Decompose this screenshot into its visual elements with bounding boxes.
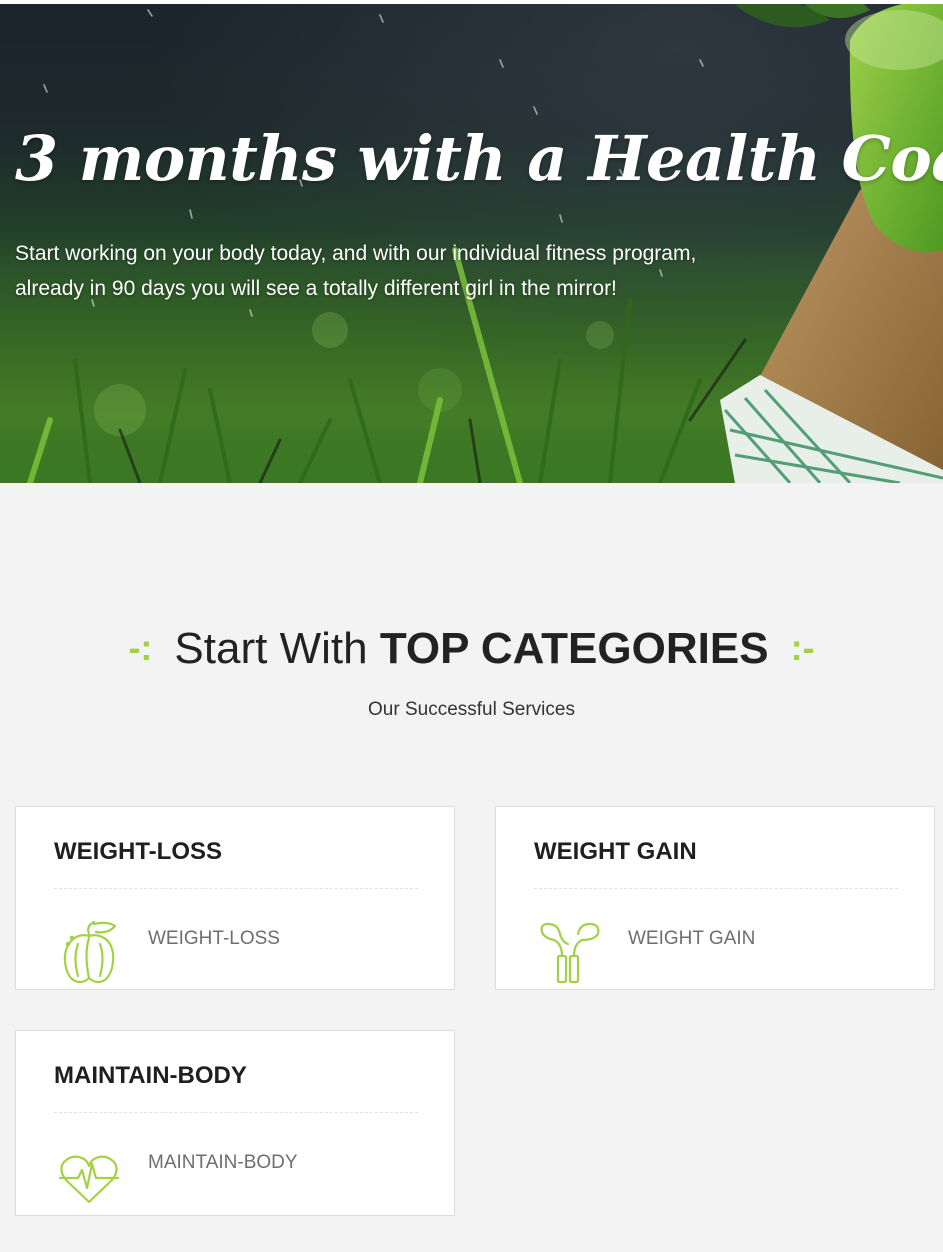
hero-banner: 3 months with a Health Coach Start worki…: [0, 0, 943, 483]
card-title[interactable]: WEIGHT GAIN: [534, 837, 697, 867]
section-subtitle: Our Successful Services: [368, 699, 575, 720]
hero-description-line-2: already in 90 days you will see a totall…: [15, 277, 617, 300]
hero-description-line-1: Start working on your body today, and wi…: [15, 242, 697, 265]
category-card-maintain-body: MAINTAIN-BODY MAINTAIN-BODY: [15, 1030, 455, 1216]
heartbeat-icon[interactable]: [58, 1144, 120, 1210]
title-decoration-right: :-: [790, 627, 815, 668]
hero-description: Start working on your body today, and wi…: [15, 236, 775, 306]
card-divider: [534, 888, 898, 889]
section-title-strong: TOP CATEGORIES: [379, 624, 769, 673]
title-decoration-left: -:: [128, 627, 153, 668]
section-title-prefix: Start With: [174, 624, 368, 673]
category-card-weight-loss: WEIGHT-LOSS WEIGHT-LOSS: [15, 806, 455, 990]
card-divider: [54, 1112, 418, 1113]
bell-pepper-icon[interactable]: [58, 920, 120, 986]
card-link[interactable]: WEIGHT GAIN: [628, 927, 755, 951]
section-title: -: Start With TOP CATEGORIES :-: [0, 620, 943, 677]
card-link[interactable]: MAINTAIN-BODY: [148, 1151, 298, 1175]
card-title[interactable]: MAINTAIN-BODY: [54, 1061, 247, 1091]
category-card-weight-gain: WEIGHT GAIN WEIGHT GAIN: [495, 806, 935, 990]
jump-rope-icon[interactable]: [538, 920, 600, 986]
card-title[interactable]: WEIGHT-LOSS: [54, 837, 222, 867]
card-divider: [54, 888, 418, 889]
card-link[interactable]: WEIGHT-LOSS: [148, 927, 280, 951]
hero-title: 3 months with a Health Coach: [15, 122, 943, 195]
